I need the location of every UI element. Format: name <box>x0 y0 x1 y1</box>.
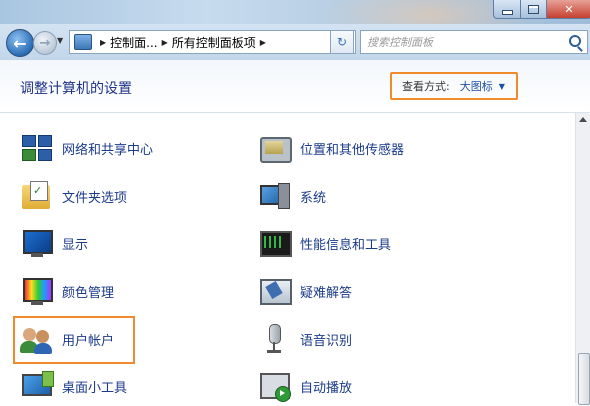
color-management-icon <box>20 274 54 308</box>
item-label: 疑难解答 <box>300 285 353 301</box>
close-button[interactable]: ✕ <box>546 0 590 19</box>
navigation-bar: ← → ▼ ▶ 控制面... ▶ 所有控制面板项 ▶ ▼ ↻ <box>0 24 590 60</box>
scroll-up-icon[interactable] <box>579 117 587 122</box>
item-desktop-gadgets[interactable]: 桌面小工具 <box>20 366 127 406</box>
item-system[interactable]: 系统 <box>258 176 326 216</box>
refresh-icon: ↻ <box>336 35 348 49</box>
item-autoplay[interactable]: 自动播放 <box>258 366 352 406</box>
item-network-sharing-center[interactable]: 网络和共享中心 <box>20 128 153 168</box>
search-icon[interactable] <box>569 35 581 47</box>
view-by-selector[interactable]: 查看方式: 大图标 ▼ <box>390 72 518 100</box>
item-label: 显示 <box>62 237 89 253</box>
desktop-gadgets-icon <box>20 369 54 403</box>
item-performance[interactable]: 性能信息和工具 <box>258 223 391 263</box>
back-arrow-icon: ← <box>13 33 27 53</box>
item-label: 位置和其他传感器 <box>300 142 405 158</box>
item-label: 系统 <box>300 190 327 206</box>
item-speech-recognition[interactable]: 语音识别 <box>258 319 352 359</box>
chevron-right-icon[interactable]: ▶ <box>100 38 106 47</box>
user-accounts-highlight <box>13 316 135 364</box>
speech-recognition-icon <box>258 322 292 356</box>
content-header: 调整计算机的设置 查看方式: 大图标 ▼ <box>0 60 590 113</box>
maximize-button[interactable] <box>520 0 547 19</box>
chevron-right-icon[interactable]: ▶ <box>260 38 266 47</box>
chevron-down-icon[interactable]: ▼ <box>499 82 505 91</box>
address-bar[interactable]: ▶ 控制面... ▶ 所有控制面板项 ▶ ▼ <box>69 30 356 54</box>
minimize-icon <box>501 9 513 15</box>
view-by-value[interactable]: 大图标 <box>460 78 493 94</box>
search-box[interactable] <box>360 30 588 54</box>
troubleshooting-icon <box>258 274 292 308</box>
breadcrumb-control-panel[interactable]: 控制面... <box>110 34 157 51</box>
close-icon: ✕ <box>564 2 574 16</box>
display-icon <box>20 226 54 260</box>
item-troubleshooting[interactable]: 疑难解答 <box>258 271 352 311</box>
scroll-thumb[interactable] <box>578 353 590 405</box>
item-label: 自动播放 <box>300 380 353 396</box>
autoplay-icon <box>258 369 292 403</box>
location-sensors-icon <box>258 131 292 165</box>
chevron-right-icon[interactable]: ▶ <box>162 38 168 47</box>
title-bar: ✕ <box>0 0 590 50</box>
network-center-icon <box>20 131 54 165</box>
recent-pages-dropdown[interactable]: ▼ <box>57 36 63 45</box>
item-label: 颜色管理 <box>62 285 115 301</box>
item-display[interactable]: 显示 <box>20 223 88 263</box>
item-label: 性能信息和工具 <box>300 237 392 253</box>
control-panel-icon <box>74 34 92 50</box>
item-color-management[interactable]: 颜色管理 <box>20 271 114 311</box>
folder-options-icon: ✓ <box>20 179 54 213</box>
item-label: 网络和共享中心 <box>62 142 154 158</box>
search-input[interactable] <box>361 32 557 53</box>
breadcrumb-all-items[interactable]: 所有控制面板项 <box>172 34 256 51</box>
refresh-button[interactable]: ↻ <box>330 30 354 54</box>
item-label: 桌面小工具 <box>62 380 128 396</box>
item-label: 文件夹选项 <box>62 190 128 206</box>
view-by-label: 查看方式: <box>402 80 450 93</box>
item-folder-options[interactable]: ✓ 文件夹选项 <box>20 176 127 216</box>
minimize-button[interactable] <box>493 0 521 19</box>
system-icon <box>258 179 292 213</box>
page-title: 调整计算机的设置 <box>20 81 132 97</box>
vertical-scrollbar[interactable] <box>575 113 590 405</box>
item-label: 语音识别 <box>300 333 353 349</box>
item-location-sensors[interactable]: 位置和其他传感器 <box>258 128 404 168</box>
performance-icon <box>258 226 292 260</box>
forward-button[interactable]: → <box>33 31 57 55</box>
back-button[interactable]: ← <box>6 29 34 57</box>
maximize-icon <box>528 4 539 14</box>
forward-arrow-icon: → <box>39 35 51 51</box>
